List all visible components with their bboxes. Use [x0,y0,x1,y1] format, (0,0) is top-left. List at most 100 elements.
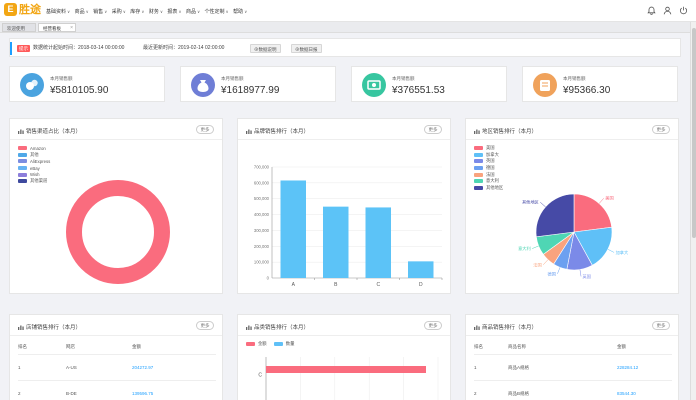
donut-slice-Amazon[interactable] [66,180,170,284]
menu-finance[interactable]: 财务 [149,8,163,15]
data-intro-button[interactable]: ⊕数据说明 [250,44,281,53]
pie-label-line [540,202,546,208]
stat-label: 本月销售额 [221,76,244,81]
table-header: 排名 商品名称 金额 [474,339,672,355]
panel-title: 店铺销售排行（本月） [18,323,81,331]
header-rank: 排名 [474,344,483,349]
table-row[interactable]: 2 商品B规格 83544.30 [474,381,672,400]
stat-label: 本月销售额 [50,76,73,81]
menu-help[interactable]: 帮助 [233,8,247,15]
table-header: 排名 网店 金额 [18,339,216,355]
pie-label-line [598,198,604,204]
pie-slice-label: 其他地区 [522,199,539,206]
bar-D[interactable] [408,261,434,278]
tab-welcome[interactable]: 欢迎使用 [2,23,36,32]
table-row[interactable]: 1 商品A规格 228284.12 [474,355,672,381]
menu-basic-data[interactable]: 基础资料 [46,8,70,15]
stat-label: 本月销售额 [392,76,415,81]
tab-dashboard[interactable]: 经营看板 × [38,23,76,32]
logo-text: 胜途 [19,3,41,16]
menu-inventory[interactable]: 库存 [130,8,144,15]
pie-slice-label: 美国 [605,195,613,202]
bell-icon[interactable] [647,6,656,15]
menu-purchase[interactable]: 采购 [112,8,126,15]
y-tick-label: 700,000 [254,165,270,170]
vertical-scrollbar[interactable] [690,22,696,400]
notice-badge: 提示 [17,45,30,52]
category-bar-chart: C [258,357,439,400]
panel-title-text: 店铺销售排行（本月） [26,325,82,331]
pie-slice-label: 英国 [583,273,591,280]
y-tick-label: 300,000 [254,228,270,233]
panel-title-text: 商品销售排行（本月） [482,325,538,331]
table-row[interactable]: 1 A-US 204272.97 [18,355,216,381]
x-tick-label: A [292,282,296,288]
menu-customize[interactable]: 个性定制 [205,8,229,15]
stat-card-2: 本月销售额 ¥1618977.99 [180,66,336,102]
stat-value: ¥376551.53 [392,85,445,96]
cell-amount[interactable]: 83544.30 [617,391,636,396]
app-logo[interactable]: E 胜途 [4,3,44,19]
y-tick-label: 200,000 [254,244,270,249]
cell-rank: 1 [474,365,477,370]
wallet-icon [533,73,557,97]
menu-goods-2[interactable]: 商品 [186,8,200,15]
notice-accent [10,42,12,55]
logo-mark: E [4,3,17,16]
stat-label: 本月销售额 [563,76,586,81]
table-row[interactable]: 2 B-DE 139596.75 [18,381,216,400]
notice-start-time: 数据统计起始时间：2018-03-14 00:00:00 [33,45,125,51]
power-icon[interactable] [679,6,688,15]
divider [466,335,678,336]
user-icon[interactable] [663,6,672,15]
menu-reports[interactable]: 报表 [167,8,181,15]
pie-label-line [543,259,549,265]
y-tick-label: 600,000 [254,180,270,185]
region-pie-chart: 美国加拿大英国 德国法国 意大利 其他地区 [518,193,628,280]
data-report-button[interactable]: ⊕数据日报 [291,44,322,53]
product-rank-panel: 商品销售排行（本月） 更多 排名 商品名称 金额 1 商品A规格 228284.… [465,314,679,400]
bar-A[interactable] [280,180,307,278]
money-bag-icon [191,73,215,97]
cell-rank: 1 [18,365,21,370]
header-rank: 排名 [18,344,27,349]
brand-rank-panel: 品牌销售排行（本月） 更多 0 100,000 200,000 300,000 400,… [237,118,451,294]
x-tick-label: B [334,282,338,288]
main-content: 提示 数据统计起始时间：2018-03-14 00:00:00 最近更新时间：2… [0,33,690,400]
x-tick-label: C [376,282,380,288]
tab-label: 欢迎使用 [7,26,25,31]
y-tick-label: 400,000 [254,212,270,217]
panel-title: 商品销售排行（本月） [474,323,537,331]
category-rank-panel: 品类销售排行（本月） 更多 金额 数量 C [237,314,451,400]
y-tick-label: C [258,373,262,379]
close-icon[interactable]: × [70,24,73,33]
bar-B[interactable] [323,206,349,278]
stat-value: ¥95366.30 [563,85,611,96]
stat-value: ¥5810105.90 [50,85,109,96]
menu-goods[interactable]: 商品 [75,8,89,15]
pie-slice-其他地区[interactable] [535,193,575,238]
pie-slice-label: 意大利 [518,245,531,252]
cell-amount[interactable]: 204272.97 [132,365,153,370]
scrollbar-thumb[interactable] [692,28,696,238]
menu-sales[interactable]: 销售 [93,8,107,15]
brand-bar-chart: 0 100,000 200,000 300,000 400,000 500,000 600,… [254,165,443,288]
notice-update-time: 最近更新时间：2019-02-14 02:00:00 [143,45,225,51]
coins-icon [20,73,44,97]
cell-amount[interactable]: 228284.12 [617,365,638,370]
cell-rank: 2 [474,391,477,396]
header-amount: 金额 [132,344,141,349]
pie-label-line [607,249,615,253]
more-button[interactable]: 更多 [652,321,670,330]
header-amount: 金额 [617,344,626,349]
bar-金额[interactable] [266,366,426,373]
pie-label-line [532,245,539,249]
bar-C[interactable] [365,207,392,278]
cell-amount[interactable]: 139596.75 [132,391,153,396]
y-tick-label: 100,000 [254,260,270,265]
stat-card-1: 本月销售额 ¥5810105.90 [9,66,165,102]
cell-store: B-DE [66,391,77,396]
region-rank-panel: 地区销售排行（本月） 更多 美国 加拿大 英国 德国 法国 意大利 其他地区 美… [465,118,679,294]
tab-label: 经营看板 [43,26,61,31]
more-button[interactable]: 更多 [196,321,214,330]
